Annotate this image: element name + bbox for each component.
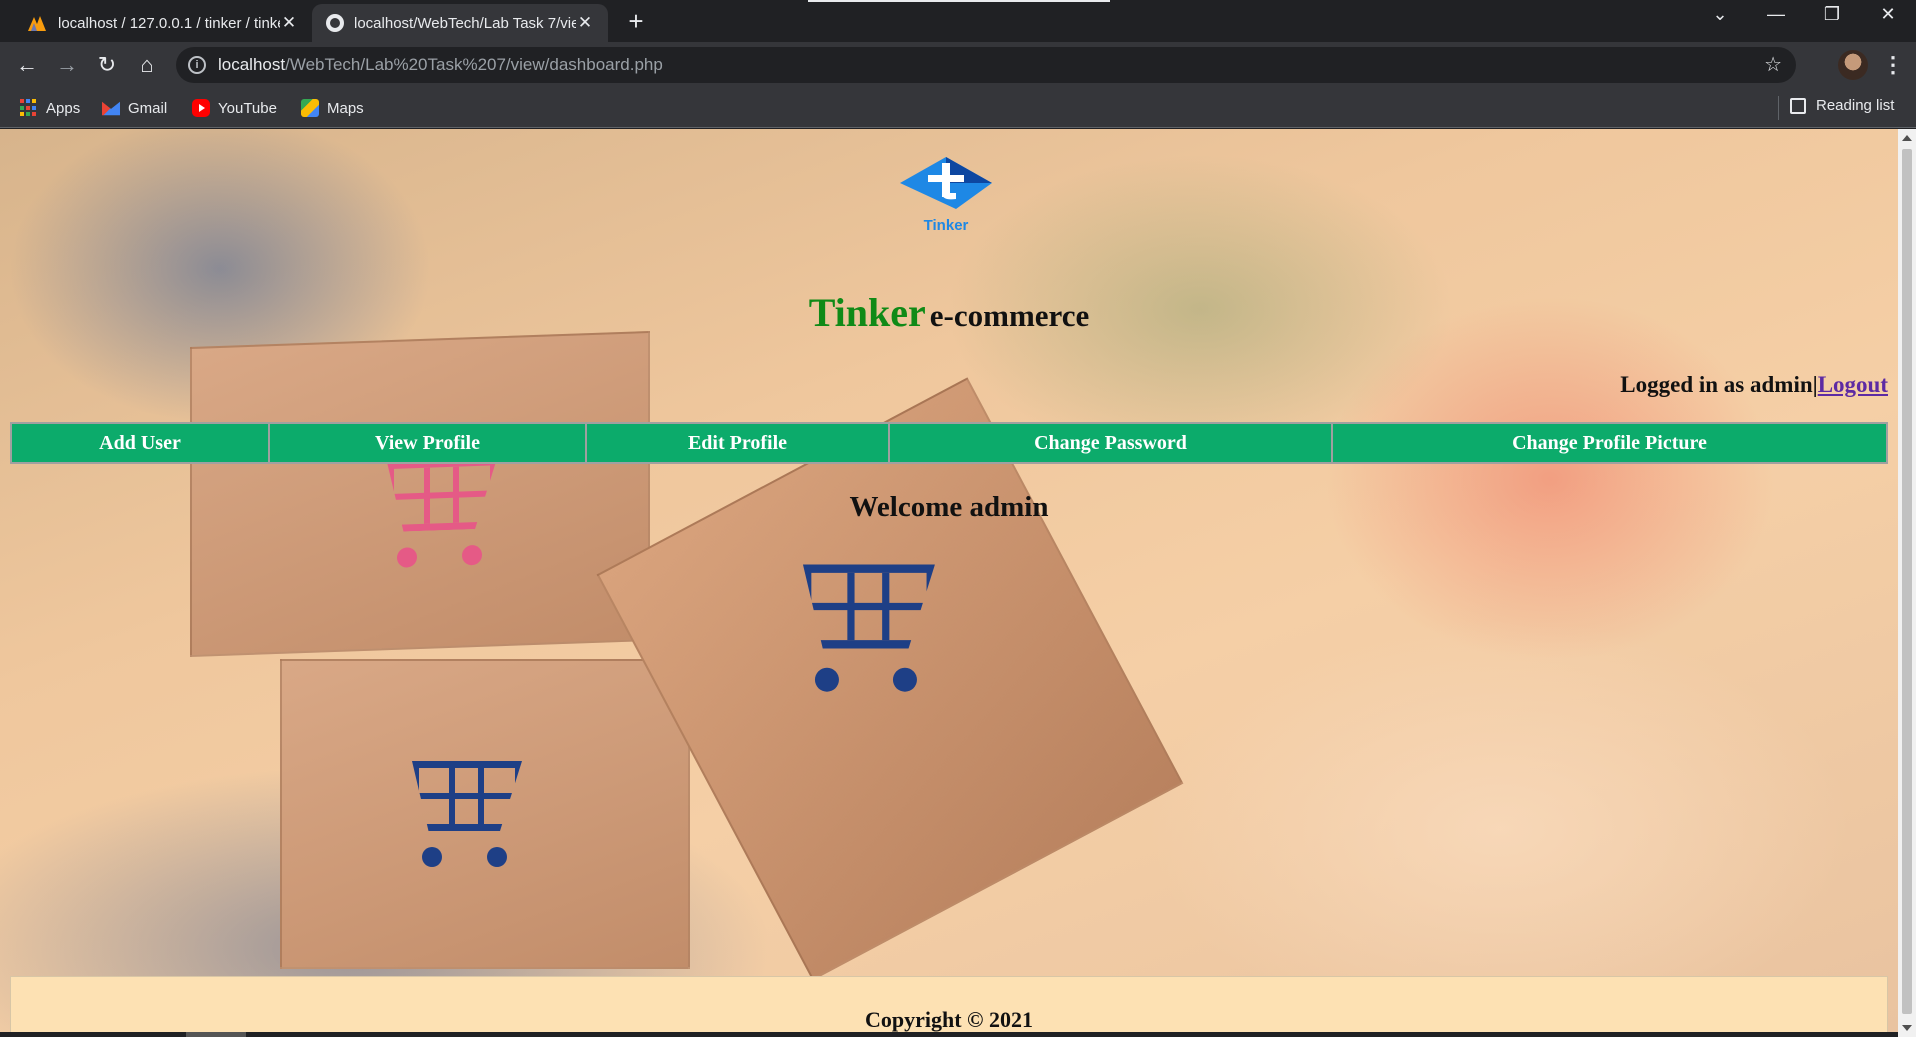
page-viewport: Tinker Tinker e-commerce Logged in as ad… xyxy=(0,129,1898,1032)
gmail-icon xyxy=(102,101,120,116)
tinker-logo-icon xyxy=(900,157,992,209)
logout-link[interactable]: Logout xyxy=(1818,372,1888,397)
logo-text: Tinker xyxy=(923,217,969,234)
bookmark-label: YouTube xyxy=(218,99,277,117)
bookmark-label: Gmail xyxy=(128,99,168,117)
horizontal-scrollbar[interactable] xyxy=(0,1032,1898,1037)
home-icon[interactable]: ⌂ xyxy=(132,50,162,80)
copyright-text: Copyright © 2021 xyxy=(865,1007,1033,1032)
minimize-icon[interactable]: — xyxy=(1756,4,1796,25)
maps-icon xyxy=(301,99,319,117)
scrollbar-thumb[interactable] xyxy=(1902,149,1912,1014)
menu-add-user[interactable]: Add User xyxy=(12,424,270,462)
page-title: Tinker e-commerce xyxy=(0,289,1898,336)
background-box xyxy=(280,659,690,969)
bookmark-youtube[interactable]: YouTube xyxy=(192,97,277,119)
reading-list-label: Reading list xyxy=(1816,97,1895,114)
reload-icon[interactable]: ↻ xyxy=(92,50,122,80)
site-logo: Tinker xyxy=(896,153,996,243)
loading-bar xyxy=(808,0,1110,2)
tab-phpmyadmin[interactable]: localhost / 127.0.0.1 / tinker / tinker … xyxy=(12,4,312,42)
phpmyadmin-icon xyxy=(28,16,46,31)
address-bar[interactable]: i localhost/WebTech/Lab%20Task%207/view/… xyxy=(176,47,1796,83)
cart-icon xyxy=(779,553,959,697)
new-tab-button[interactable]: + xyxy=(622,8,650,36)
globe-icon xyxy=(326,14,344,32)
browser-toolbar: ← → ↻ ⌂ i localhost/WebTech/Lab%20Task%2… xyxy=(0,42,1916,88)
close-icon[interactable]: ✕ xyxy=(280,13,298,33)
restore-icon[interactable]: ❐ xyxy=(1812,4,1852,25)
bookmarks-bar: Apps Gmail YouTube Maps Reading list xyxy=(0,88,1916,128)
page-footer: Copyright © 2021 xyxy=(10,976,1888,1032)
forward-icon[interactable]: → xyxy=(52,50,82,80)
dashboard-menu: Add User View Profile Edit Profile Chang… xyxy=(10,422,1888,464)
title-brand: Tinker xyxy=(808,290,926,335)
bookmark-maps[interactable]: Maps xyxy=(301,97,364,119)
tab-strip: localhost / 127.0.0.1 / tinker / tinker … xyxy=(0,0,1916,42)
window-close-icon[interactable]: ✕ xyxy=(1868,4,1908,25)
bookmark-apps[interactable]: Apps xyxy=(20,97,80,119)
menu-view-profile[interactable]: View Profile xyxy=(270,424,587,462)
welcome-message: Welcome admin xyxy=(849,491,1049,523)
bookmark-label: Maps xyxy=(327,99,364,117)
bookmark-star-icon[interactable]: ☆ xyxy=(1764,52,1782,77)
menu-change-profile-picture[interactable]: Change Profile Picture xyxy=(1333,424,1886,462)
reading-list-icon xyxy=(1790,97,1806,114)
reading-list-button[interactable]: Reading list xyxy=(1790,97,1894,114)
horizontal-scrollbar-thumb[interactable] xyxy=(186,1032,246,1037)
tab-search-icon[interactable]: ⌄ xyxy=(1700,4,1740,25)
scroll-down-icon[interactable] xyxy=(1902,1025,1912,1031)
bookmark-gmail[interactable]: Gmail xyxy=(102,97,167,119)
vertical-scrollbar[interactable] xyxy=(1898,129,1916,1037)
cart-icon xyxy=(392,751,542,871)
login-status: Logged in as admin|Logout xyxy=(1620,372,1888,398)
menu-kebab-icon[interactable]: ⋮ xyxy=(1882,50,1904,80)
youtube-icon xyxy=(192,99,210,117)
profile-avatar[interactable] xyxy=(1838,50,1868,80)
tab-title: localhost/WebTech/Lab Task 7/view/dashbo… xyxy=(354,14,576,32)
tab-title: localhost / 127.0.0.1 / tinker / tinker xyxy=(58,14,280,32)
divider xyxy=(1778,96,1779,120)
apps-grid-icon xyxy=(20,99,38,117)
back-icon[interactable]: ← xyxy=(12,50,42,80)
title-sub: e-commerce xyxy=(929,298,1090,333)
tab-dashboard[interactable]: localhost/WebTech/Lab Task 7/view/dashbo… xyxy=(312,4,608,42)
menu-edit-profile[interactable]: Edit Profile xyxy=(587,424,890,462)
menu-change-password[interactable]: Change Password xyxy=(890,424,1333,462)
bookmark-label: Apps xyxy=(46,99,81,117)
scroll-up-icon[interactable] xyxy=(1902,135,1912,141)
login-text: Logged in as admin| xyxy=(1620,372,1818,397)
close-icon[interactable]: ✕ xyxy=(576,13,594,33)
site-info-icon[interactable]: i xyxy=(188,56,206,74)
url-text[interactable]: localhost/WebTech/Lab%20Task%207/view/da… xyxy=(218,55,663,75)
